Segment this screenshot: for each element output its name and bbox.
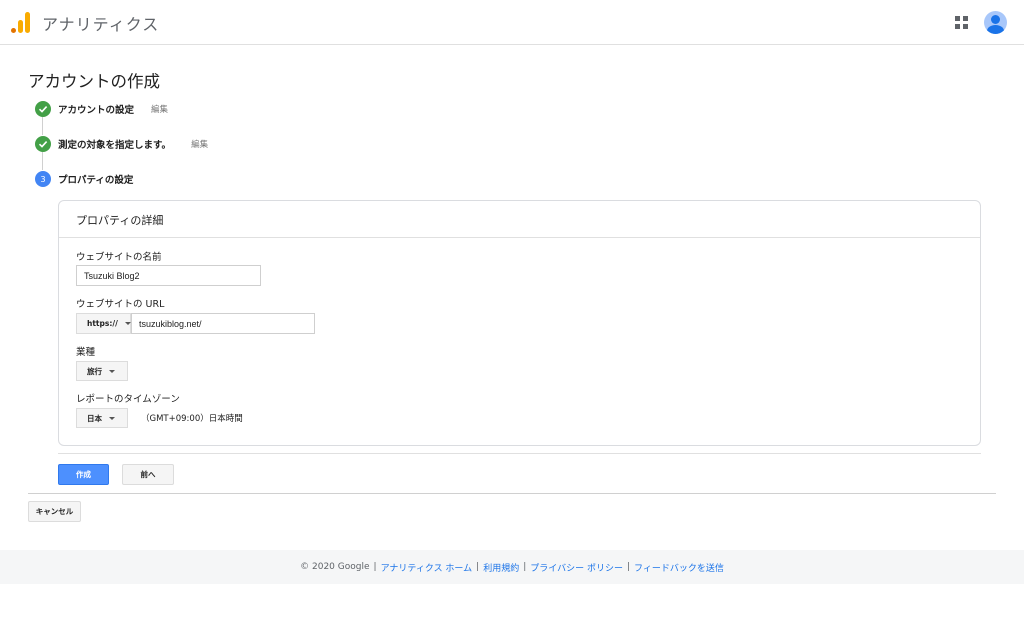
footer-link-terms[interactable]: 利用規約	[483, 561, 519, 574]
property-details-card: プロパティの詳細 ウェブサイトの名前 Tsuzuki Blog2 ウェブサイトの…	[58, 200, 981, 446]
check-icon	[35, 136, 51, 152]
step-measurement-target: 測定の対象を指定します。 編集	[35, 136, 208, 152]
industry-value: 旅行	[87, 366, 102, 376]
step-label: プロパティの設定	[58, 175, 134, 186]
footer: © 2020 Google | アナリティクス ホーム | 利用規約 | プライ…	[0, 550, 1024, 584]
previous-button[interactable]: 前へ	[122, 464, 174, 485]
protocol-dropdown[interactable]: https://	[76, 313, 131, 334]
action-divider	[58, 453, 981, 454]
step-label: 測定の対象を指定します。	[58, 140, 172, 151]
app-title[interactable]: アナリティクス	[42, 11, 159, 35]
step-label: アカウントの設定	[58, 105, 135, 116]
edit-link[interactable]: 編集	[151, 103, 168, 115]
step-number-badge: 3	[35, 171, 51, 187]
footer-link-analytics-home[interactable]: アナリティクス ホーム	[381, 561, 473, 574]
step-account-settings: アカウントの設定 編集	[35, 101, 168, 117]
footer-link-feedback[interactable]: フィードバックを送信	[634, 561, 724, 574]
account-avatar-icon[interactable]	[984, 11, 1007, 34]
footer-link-privacy[interactable]: プライバシー ポリシー	[530, 561, 623, 574]
country-dropdown[interactable]: 日本	[76, 408, 128, 428]
industry-dropdown[interactable]: 旅行	[76, 361, 128, 381]
caret-down-icon	[109, 369, 115, 373]
create-button[interactable]: 作成	[58, 464, 109, 485]
caret-down-icon	[109, 416, 115, 420]
stepper-connector	[42, 152, 43, 170]
stepper-connector	[42, 117, 43, 135]
apps-grid-icon[interactable]	[955, 16, 968, 29]
page-divider	[28, 493, 996, 494]
step-property-settings: 3 プロパティの設定	[35, 171, 133, 187]
caret-down-icon	[124, 322, 131, 325]
top-app-bar: アナリティクス	[0, 0, 1024, 45]
check-icon	[35, 101, 51, 117]
protocol-value: https://	[87, 319, 118, 328]
site-url-label: ウェブサイトの URL	[76, 299, 165, 310]
card-divider	[59, 237, 980, 238]
page-title: アカウントの作成	[28, 72, 160, 91]
industry-label: 業種	[76, 347, 96, 358]
site-url-input[interactable]: tsuzukiblog.net/	[131, 313, 315, 334]
edit-link[interactable]: 編集	[191, 138, 208, 150]
card-title: プロパティの詳細	[76, 214, 164, 227]
country-value: 日本	[87, 413, 102, 423]
cancel-button[interactable]: キャンセル	[28, 501, 81, 522]
analytics-logo-icon[interactable]	[11, 12, 31, 33]
timezone-value[interactable]: （GMT+09:00）日本時間	[141, 412, 243, 424]
timezone-label: レポートのタイムゾーン	[76, 394, 180, 405]
site-name-input[interactable]: Tsuzuki Blog2	[76, 265, 261, 286]
copyright-text: © 2020 Google	[300, 562, 370, 572]
site-name-label: ウェブサイトの名前	[76, 252, 162, 263]
